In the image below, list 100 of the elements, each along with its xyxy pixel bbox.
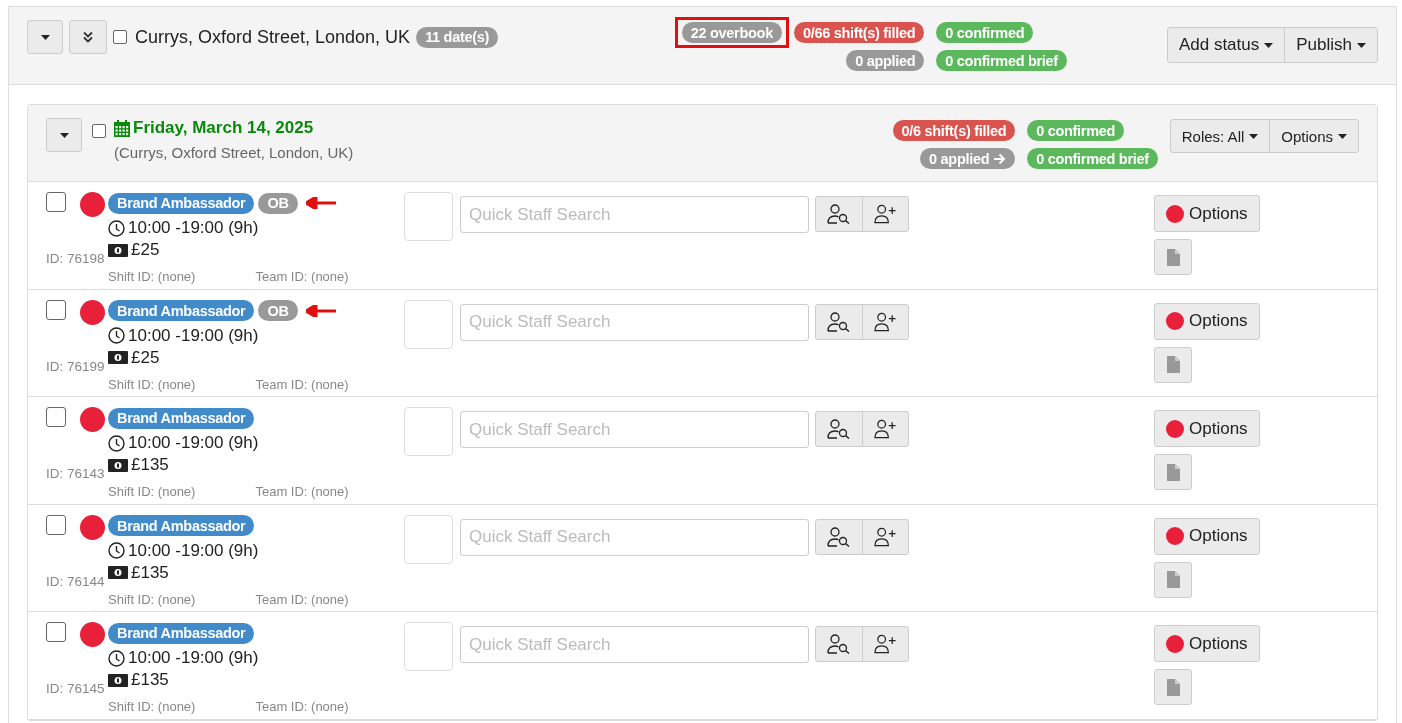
options-button[interactable]: Options	[1154, 410, 1260, 447]
status-dot	[1166, 634, 1184, 653]
user-search-icon	[827, 419, 851, 439]
shift-time: 10:00 -19:00 (9h)	[108, 325, 404, 346]
photo-placeholder	[404, 407, 453, 456]
status-dot	[1166, 312, 1184, 330]
calendar-icon	[114, 119, 130, 137]
find-staff-button[interactable]	[815, 626, 863, 662]
options-button[interactable]: Options	[1154, 625, 1260, 662]
ob-badge: OB	[258, 192, 298, 214]
find-staff-button[interactable]	[815, 196, 863, 232]
status-badge: 0 confirmed brief	[936, 50, 1067, 71]
checkbox[interactable]	[46, 514, 66, 535]
clock-icon	[108, 649, 125, 667]
shift-id-number: ID: 76144	[46, 573, 106, 589]
user-plus-icon	[874, 419, 897, 439]
shift-time: 10:00 -19:00 (9h)	[108, 540, 404, 561]
expand-all-button[interactable]	[69, 20, 107, 54]
date-location: (Currys, Oxford Street, London, UK)	[114, 144, 354, 161]
dropdown-button[interactable]: Options	[1269, 119, 1359, 153]
shift-time: 10:00 -19:00 (9h)	[108, 218, 404, 238]
add-staff-button[interactable]	[862, 196, 909, 232]
dropdown-button[interactable]: Publish	[1284, 27, 1378, 63]
find-staff-button[interactable]	[815, 303, 863, 340]
user-plus-icon	[874, 311, 897, 332]
banknote-icon	[108, 566, 128, 579]
user-plus-icon	[874, 634, 897, 654]
shift-time: 10:00 -19:00 (9h)	[108, 433, 404, 453]
checkbox[interactable]	[46, 407, 66, 427]
status-badge: 0 applied	[846, 50, 925, 71]
add-staff-button[interactable]	[862, 518, 909, 555]
add-staff-button[interactable]	[862, 411, 909, 447]
status-badge: 0/6 shift(s) filled	[892, 120, 1016, 141]
banknote-icon	[108, 243, 128, 257]
document-icon	[1166, 571, 1180, 588]
team-id: Team ID: (none)	[255, 269, 349, 284]
staff-search-field[interactable]: Quick Staff Search	[460, 518, 809, 556]
user-search-icon	[827, 526, 851, 547]
shift-pay: £135	[108, 670, 404, 690]
add-staff-button[interactable]	[862, 626, 909, 662]
status-dot	[1166, 527, 1184, 545]
add-staff-button[interactable]	[862, 303, 909, 340]
options-button[interactable]: Options	[1154, 195, 1260, 232]
staff-search-field[interactable]: Quick Staff Search	[460, 411, 809, 448]
staff-search-field[interactable]: Quick Staff Search	[460, 303, 809, 341]
options-button[interactable]: Options	[1154, 517, 1260, 555]
role-badge: Brand Ambassador	[108, 622, 255, 644]
document-icon	[1166, 356, 1180, 373]
find-staff-button[interactable]	[815, 411, 863, 447]
checkbox[interactable]	[92, 124, 106, 138]
team-id: Team ID: (none)	[255, 376, 349, 392]
photo-placeholder	[404, 514, 453, 564]
checkbox[interactable]	[46, 622, 66, 642]
document-icon	[1166, 248, 1180, 266]
shift-pay: £135	[108, 562, 404, 583]
document-icon	[1166, 463, 1180, 481]
document-icon	[1166, 678, 1180, 696]
shift-id: Shift ID: (none)	[108, 269, 196, 284]
user-search-icon	[827, 311, 851, 332]
checkbox[interactable]	[46, 192, 66, 212]
caret-icon	[1249, 133, 1259, 139]
status-dot	[1166, 419, 1184, 438]
arrow-right-icon	[993, 152, 1007, 165]
user-search-icon	[827, 634, 851, 654]
banknote-icon	[108, 673, 128, 687]
team-id: Team ID: (none)	[255, 591, 349, 607]
dropdown-button[interactable]: Roles: All	[1169, 119, 1271, 153]
dates-badge: 11 date(s)	[416, 26, 499, 48]
document-button[interactable]	[1154, 346, 1192, 383]
dropdown-button[interactable]: Add status	[1166, 27, 1286, 63]
double-chevron-down-icon	[82, 31, 94, 43]
shift-id: Shift ID: (none)	[108, 484, 196, 499]
user-plus-icon	[874, 526, 897, 547]
banknote-icon	[108, 351, 128, 364]
shift-id-number: ID: 76145	[46, 681, 106, 696]
staff-search-field[interactable]: Quick Staff Search	[460, 196, 809, 233]
checkbox[interactable]	[46, 299, 66, 320]
status-badge: 0/66 shift(s) filled	[793, 22, 925, 43]
clock-icon	[108, 434, 125, 452]
shift-pay: £25	[108, 240, 404, 260]
status-badge: 0 confirmed	[936, 22, 1034, 43]
role-badge: Brand Ambassador	[108, 192, 255, 214]
caret-icon	[59, 132, 69, 138]
status-dot	[1166, 204, 1184, 223]
find-staff-button[interactable]	[815, 518, 863, 555]
status-badge: 22 overbook	[681, 22, 782, 43]
photo-placeholder	[404, 192, 453, 241]
location-title: Currys, Oxford Street, London, UK	[135, 26, 411, 48]
checkbox[interactable]	[113, 30, 127, 44]
document-button[interactable]	[1154, 561, 1192, 598]
staff-search-field[interactable]: Quick Staff Search	[460, 626, 809, 663]
shift-id: Shift ID: (none)	[108, 591, 196, 607]
options-button[interactable]: Options	[1154, 302, 1260, 340]
shift-id: Shift ID: (none)	[108, 376, 196, 392]
team-id: Team ID: (none)	[255, 699, 349, 714]
caret-icon	[40, 34, 50, 40]
shift-time: 10:00 -19:00 (9h)	[108, 648, 404, 668]
shift-id: Shift ID: (none)	[108, 699, 196, 714]
team-id: Team ID: (none)	[255, 484, 349, 499]
shift-id-number: ID: 76143	[46, 466, 106, 481]
